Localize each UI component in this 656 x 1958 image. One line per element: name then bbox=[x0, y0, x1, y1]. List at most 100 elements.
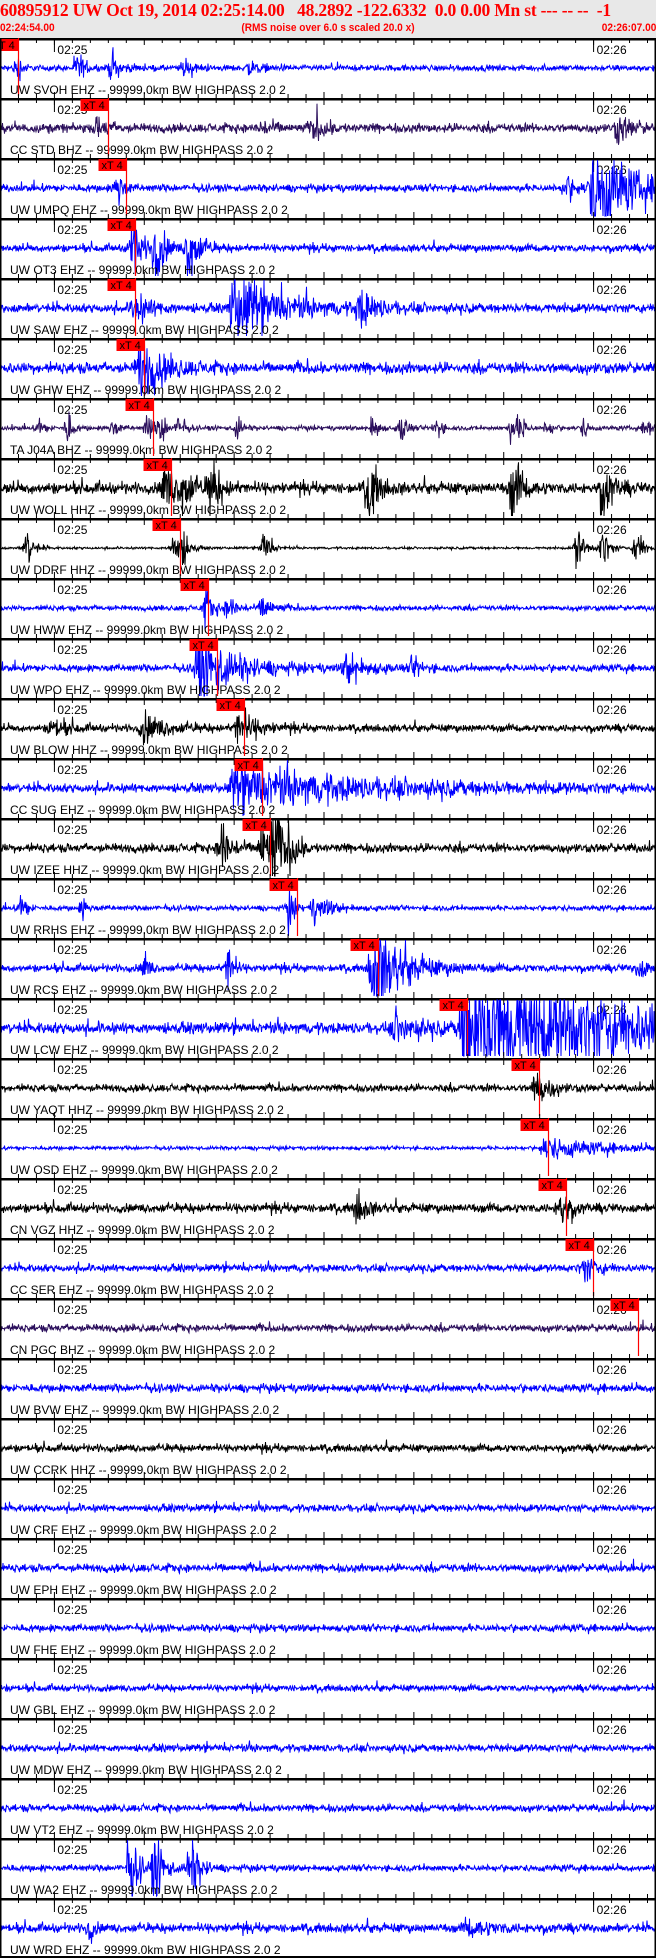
waveform-trace bbox=[0, 1500, 656, 1515]
station-channel-label: CN PGC BHZ -- 99999.0km BW HIGHPASS 2.0 … bbox=[10, 1343, 276, 1357]
pick-label: xT 4 bbox=[524, 1120, 545, 1132]
pick-label: xT 4 bbox=[193, 640, 214, 652]
trace-row: 02:25 02:26 UW RRHS EHZ -- 99999.0km BW HI… bbox=[0, 872, 656, 937]
waveform-trace bbox=[0, 1740, 656, 1755]
waveform-trace bbox=[0, 1439, 656, 1455]
station-channel-label: UW GBL EHZ -- 99999.0km BW HIGHPASS 2.0 … bbox=[10, 1703, 276, 1717]
trace-row: 02:25 02:26UW OSD EHZ -- 99999.0km BW HIG… bbox=[0, 1112, 656, 1177]
minute-tick-label: 02:26 bbox=[597, 1363, 627, 1377]
minute-tick-label: 02:25 bbox=[57, 1303, 87, 1317]
minute-tick-label: 02:25 bbox=[57, 643, 87, 657]
trace-row: 02:25 02:26UW VT2 EHZ -- 99999.0km BW HIG… bbox=[0, 1772, 656, 1837]
pick-label: xT 4 bbox=[354, 940, 375, 952]
minute-tick-label: 02:26 bbox=[597, 1843, 627, 1857]
trace-row: 02:25 02:26 UW GBL EHZ -- 99999.0km BW HIG… bbox=[0, 1652, 656, 1717]
trace-row: 02:25 02:26UW WA2 EHZ -- 99999.0km BW HIG… bbox=[0, 1832, 656, 1898]
waveform-trace bbox=[0, 1072, 656, 1102]
trace-row: 02:25 02:26 TA J04A BHZ -- 99999.0km BW HI… bbox=[0, 392, 656, 457]
minute-tick-label: 02:25 bbox=[57, 583, 87, 597]
station-channel-label: UW EPH EHZ -- 99999.0km BW HIGHPASS 2.0 … bbox=[10, 1583, 277, 1597]
minute-tick-label: 02:26 bbox=[597, 1543, 627, 1557]
trace-row: 02:25 02:26 UW WPO EHZ -- 99999.0km BW HIG… bbox=[0, 632, 656, 697]
minute-tick-label: 02:26 bbox=[597, 343, 627, 357]
minute-tick-label: 02:26 bbox=[597, 1603, 627, 1617]
minute-tick-label: 02:26 bbox=[597, 1783, 627, 1797]
minute-tick-label: 02:25 bbox=[57, 883, 87, 897]
minute-tick-label: 02:25 bbox=[57, 1603, 87, 1617]
pick-label: xT 4 bbox=[220, 700, 241, 712]
minute-tick-label: 02:26 bbox=[597, 943, 627, 957]
pick-label: xT 4 bbox=[246, 820, 267, 832]
station-channel-label: UW BLOW HHZ -- 99999.0km BW HIGHPASS 2.0… bbox=[10, 743, 288, 757]
minute-tick-label: 02:26 bbox=[597, 1183, 627, 1197]
station-channel-label: CC SUG EHZ -- 99999.0km BW HIGHPASS 2.0 … bbox=[10, 803, 276, 817]
pick-label: xT 4 bbox=[102, 160, 123, 172]
pick-label: xT 4 bbox=[238, 760, 259, 772]
minute-tick-label: 02:26 bbox=[597, 403, 627, 417]
station-channel-label: UW HWW EHZ -- 99999.0km BW HIGHPASS 2.0 … bbox=[10, 623, 283, 637]
trace-row: 02:25 02:26 UW GHW EHZ -- 99999.0km BW HIG… bbox=[0, 332, 656, 397]
minute-tick-label: 02:26 bbox=[597, 823, 627, 837]
minute-tick-label: 02:25 bbox=[57, 1423, 87, 1437]
event-title: 60895912 UW Oct 19, 2014 02:25:14.00 48.… bbox=[0, 0, 611, 20]
pick-label: xT 4 bbox=[614, 1300, 635, 1312]
minute-tick-label: 02:25 bbox=[57, 1003, 87, 1017]
waveform-trace bbox=[0, 1558, 656, 1576]
minute-tick-label: 02:26 bbox=[597, 283, 627, 297]
seismogram-panel: 02:25 02:26 UW SVOH EHZ -- 99999.0km BW HI… bbox=[0, 38, 656, 1958]
trace-row: 02:25 02:26 UW DDRF HHZ -- 99999.0km BW HI… bbox=[0, 512, 656, 577]
station-channel-label: UW MDW EHZ -- 99999.0km BW HIGHPASS 2.0 … bbox=[10, 1763, 282, 1777]
station-channel-label: TA J04A BHZ -- 99999.0km BW HIGHPASS 2.0… bbox=[10, 443, 273, 457]
waveform-trace bbox=[0, 1381, 656, 1395]
minute-tick-label: 02:25 bbox=[57, 223, 87, 237]
trace-row: 02:25 02:26UW BVW EHZ -- 99999.0km BW HIG… bbox=[0, 1352, 656, 1417]
minute-tick-label: 02:25 bbox=[57, 703, 87, 717]
pick-label: xT 4 bbox=[443, 1000, 464, 1012]
window-end-time: 02:26:07.00 bbox=[601, 22, 656, 34]
minute-tick-label: 02:26 bbox=[597, 1903, 627, 1917]
minute-tick-label: 02:25 bbox=[57, 523, 87, 537]
minute-tick-label: 02:26 bbox=[597, 703, 627, 717]
minute-tick-label: 02:26 bbox=[597, 1483, 627, 1497]
minute-tick-label: 02:25 bbox=[57, 1903, 87, 1917]
minute-tick-label: 02:25 bbox=[57, 1183, 87, 1197]
event-header: 60895912 UW Oct 19, 2014 02:25:14.00 48.… bbox=[0, 0, 656, 38]
pick-label: xT 4 bbox=[542, 1180, 563, 1192]
minute-tick-label: 02:26 bbox=[597, 583, 627, 597]
minute-tick-label: 02:25 bbox=[57, 403, 87, 417]
trace-row: 02:25 02:26 UW RCS EHZ -- 99999.0km BW HIG… bbox=[0, 932, 656, 997]
pick-label: xT 4 bbox=[147, 460, 168, 472]
minute-tick-label: 02:25 bbox=[57, 1663, 87, 1677]
pick-label: xT 4 bbox=[111, 280, 132, 292]
minute-tick-label: 02:26 bbox=[597, 1243, 627, 1257]
station-channel-label: UW UMPQ EHZ -- 99999.0km BW HIGHPASS 2.0… bbox=[10, 203, 288, 217]
pick-label: xT 4 bbox=[184, 580, 205, 592]
minute-tick-label: 02:26 bbox=[597, 463, 627, 477]
waveform-trace bbox=[0, 1258, 656, 1283]
pick-label: xT 4 bbox=[129, 400, 150, 412]
minute-tick-label: 02:25 bbox=[57, 1483, 87, 1497]
minute-tick-label: 02:25 bbox=[57, 463, 87, 477]
pick-label: xT 4 bbox=[515, 1060, 536, 1072]
minute-tick-label: 02:25 bbox=[57, 943, 87, 957]
left-border bbox=[0, 38, 2, 1958]
minute-tick-label: 02:26 bbox=[597, 763, 627, 777]
waveform-trace bbox=[0, 411, 656, 445]
station-channel-label: UW RCS EHZ -- 99999.0km BW HIGHPASS 2.0 … bbox=[10, 983, 278, 997]
station-channel-label: UW YAQT HHZ -- 99999.0km BW HIGHPASS 2.0… bbox=[10, 1103, 284, 1117]
station-channel-label: UW OT3 EHZ -- 99999.0km BW HIGHPASS 2.0 … bbox=[10, 263, 276, 277]
pick-label: xT 4 bbox=[569, 1240, 590, 1252]
minute-tick-label: 02:26 bbox=[597, 1723, 627, 1737]
station-channel-label: CN VGZ HHZ -- 99999.0km BW HIGHPASS 2.0 … bbox=[10, 1223, 275, 1237]
minute-tick-label: 02:25 bbox=[57, 163, 87, 177]
trace-row: 02:25 02:26UW UMPQ EHZ -- 99999.0km BW HI… bbox=[0, 152, 656, 217]
station-channel-label: UW WRD EHZ -- 99999.0km BW HIGHPASS 2.0 … bbox=[10, 1943, 281, 1957]
waveform-trace bbox=[0, 47, 656, 82]
pick-label: xT 4 bbox=[111, 220, 132, 232]
minute-tick-label: 02:25 bbox=[57, 43, 87, 57]
trace-row: 02:25 02:26 UW CCRK HHZ -- 99999.0km BW HI… bbox=[0, 1412, 656, 1477]
trace-row: 02:25 02:26 UW CRF EHZ -- 99999.0km BW HIG… bbox=[0, 1472, 656, 1537]
minute-tick-label: 02:26 bbox=[597, 223, 627, 237]
station-channel-label: UW FHE EHZ -- 99999.0km BW HIGHPASS 2.0 … bbox=[10, 1643, 276, 1657]
station-channel-label: UW CCRK HHZ -- 99999.0km BW HIGHPASS 2.0… bbox=[10, 1463, 287, 1477]
